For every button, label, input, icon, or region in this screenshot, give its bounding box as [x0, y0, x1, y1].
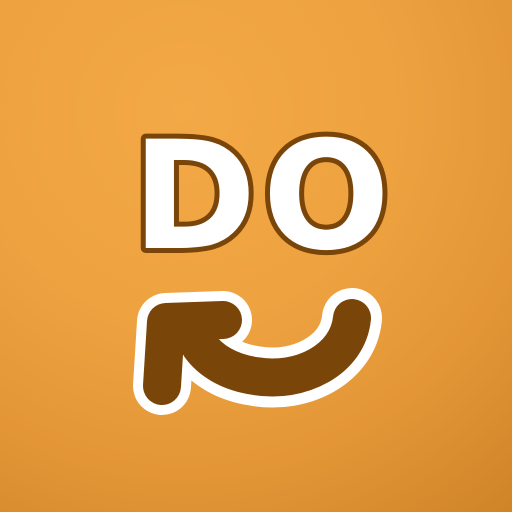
wordmark-text: DO [132, 110, 396, 284]
logo-graphic: DO [127, 105, 396, 415]
undo-arrow-icon [133, 288, 382, 415]
app-icon: DO [0, 0, 512, 512]
